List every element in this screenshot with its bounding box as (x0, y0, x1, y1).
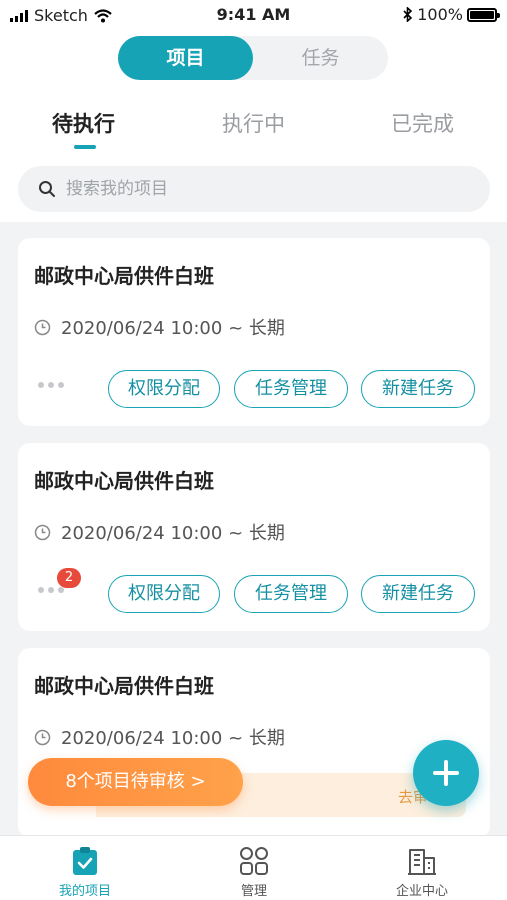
battery-icon (467, 7, 500, 22)
bluetooth-icon (403, 7, 413, 22)
new-task-button[interactable]: 新建任务 (361, 370, 475, 408)
project-title: 邮政中心局供件白班 (34, 469, 214, 493)
segment-projects[interactable]: 项目 (118, 36, 253, 80)
search-input[interactable] (66, 179, 446, 199)
tab-pending[interactable]: 待执行 (52, 108, 115, 138)
permission-button[interactable]: 权限分配 (108, 370, 220, 408)
tab-indicator (74, 145, 96, 149)
add-project-button[interactable] (413, 740, 479, 806)
building-icon (408, 849, 436, 875)
task-manage-button[interactable]: 任务管理 (234, 575, 348, 613)
segment-control: 项目 任务 (118, 36, 388, 80)
segment-tasks[interactable]: 任务 (253, 36, 388, 80)
more-icon[interactable] (38, 382, 64, 388)
nav-manage[interactable]: 管理 (194, 846, 314, 899)
header-area: Sketch 9:41 AM 100% 项目 任务 待执行 执行中 已完成 (0, 0, 507, 222)
clock-icon (34, 729, 51, 745)
clock-icon (34, 524, 51, 540)
status-bar: Sketch 9:41 AM 100% (0, 0, 507, 30)
project-time: 2020/06/24 10:00 ~ 长期 (61, 523, 285, 544)
grid-icon (240, 847, 268, 875)
bottom-nav: 我的项目 管理 企业中心 (0, 835, 507, 900)
tab-in-progress[interactable]: 执行中 (222, 108, 285, 138)
project-title: 邮政中心局供件白班 (34, 674, 214, 698)
tab-completed[interactable]: 已完成 (391, 108, 454, 138)
project-title: 邮政中心局供件白班 (34, 264, 214, 288)
nav-my-projects[interactable]: 我的项目 (25, 846, 145, 899)
battery-percent: 100% (417, 5, 463, 24)
clock-icon (34, 319, 51, 335)
new-task-button[interactable]: 新建任务 (361, 575, 475, 613)
task-manage-button[interactable]: 任务管理 (234, 370, 348, 408)
plus-icon (433, 760, 459, 786)
nav-label: 企业中心 (395, 884, 448, 899)
project-time: 2020/06/24 10:00 ~ 长期 (61, 318, 285, 339)
search-bar[interactable] (18, 166, 490, 212)
more-icon[interactable] (38, 587, 64, 593)
clipboard-check-icon (73, 847, 97, 875)
project-card[interactable]: 邮政中心局供件白班 2020/06/24 10:00 ~ 长期 权限分配 任务管… (18, 238, 490, 426)
nav-label: 管理 (240, 884, 267, 899)
nav-label: 我的项目 (58, 884, 111, 899)
nav-enterprise[interactable]: 企业中心 (362, 846, 482, 899)
pending-review-button[interactable]: 8个项目待审核 > (28, 758, 243, 806)
project-card[interactable]: 邮政中心局供件白班 2020/06/24 10:00 ~ 长期 2 权限分配 任… (18, 443, 490, 631)
notification-badge: 2 (57, 568, 81, 588)
search-icon (39, 181, 55, 197)
permission-button[interactable]: 权限分配 (108, 575, 220, 613)
status-tabs: 待执行 执行中 已完成 (0, 100, 507, 152)
project-time: 2020/06/24 10:00 ~ 长期 (61, 728, 285, 749)
